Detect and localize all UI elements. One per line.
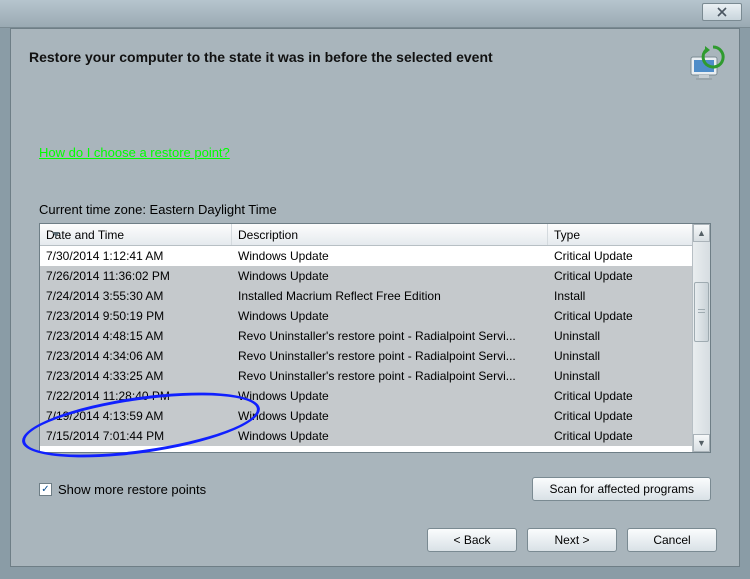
cell-date: 7/26/2014 11:36:02 PM xyxy=(40,269,232,283)
cell-description: Windows Update xyxy=(232,429,548,443)
cell-date: 7/23/2014 4:33:25 AM xyxy=(40,369,232,383)
vertical-scrollbar[interactable]: ▲ ▼ xyxy=(692,224,710,452)
cell-date: 7/22/2014 11:28:40 PM xyxy=(40,389,232,403)
cancel-button[interactable]: Cancel xyxy=(627,528,717,552)
cell-date: 7/23/2014 4:48:15 AM xyxy=(40,329,232,343)
table-rows: 7/30/2014 1:12:41 AMWindows UpdateCritic… xyxy=(40,246,692,446)
table-row[interactable]: 7/26/2014 11:36:02 PMWindows UpdateCriti… xyxy=(40,266,692,286)
below-table-row: ✓ Show more restore points Scan for affe… xyxy=(39,477,711,501)
table-row[interactable]: 7/23/2014 4:48:15 AMRevo Uninstaller's r… xyxy=(40,326,692,346)
cell-type: Critical Update xyxy=(548,249,692,263)
timezone-label: Current time zone: Eastern Daylight Time xyxy=(39,202,711,217)
cell-type: Uninstall xyxy=(548,369,692,383)
cell-type: Critical Update xyxy=(548,409,692,423)
cell-type: Critical Update xyxy=(548,389,692,403)
scroll-down-button[interactable]: ▼ xyxy=(693,434,710,452)
cell-date: 7/19/2014 4:13:59 AM xyxy=(40,409,232,423)
header-band: Restore your computer to the state it wa… xyxy=(11,29,739,105)
cell-description: Windows Update xyxy=(232,389,548,403)
cell-description: Installed Macrium Reflect Free Edition xyxy=(232,289,548,303)
show-more-checkbox[interactable]: ✓ xyxy=(39,483,52,496)
timezone-value: Eastern Daylight Time xyxy=(150,202,277,217)
table-row[interactable]: 7/24/2014 3:55:30 AMInstalled Macrium Re… xyxy=(40,286,692,306)
cell-description: Revo Uninstaller's restore point - Radia… xyxy=(232,369,548,383)
next-button[interactable]: Next > xyxy=(527,528,617,552)
cell-date: 7/30/2014 1:12:41 AM xyxy=(40,249,232,263)
cell-date: 7/24/2014 3:55:30 AM xyxy=(40,289,232,303)
close-button[interactable] xyxy=(702,3,742,21)
cell-type: Install xyxy=(548,289,692,303)
table-row[interactable]: 7/22/2014 11:28:40 PMWindows UpdateCriti… xyxy=(40,386,692,406)
cell-description: Windows Update xyxy=(232,269,548,283)
scroll-thumb[interactable] xyxy=(694,282,709,342)
scroll-track[interactable] xyxy=(693,242,710,434)
cell-date: 7/15/2014 7:01:44 PM xyxy=(40,429,232,443)
cell-description: Revo Uninstaller's restore point - Radia… xyxy=(232,349,548,363)
wizard-footer: < Back Next > Cancel xyxy=(427,528,717,552)
scroll-up-button[interactable]: ▲ xyxy=(693,224,710,242)
table-row[interactable]: 7/23/2014 4:34:06 AMRevo Uninstaller's r… xyxy=(40,346,692,366)
table-row[interactable]: 7/15/2014 7:01:44 PMWindows UpdateCritic… xyxy=(40,426,692,446)
cell-type: Critical Update xyxy=(548,269,692,283)
cell-description: Revo Uninstaller's restore point - Radia… xyxy=(232,329,548,343)
cell-type: Uninstall xyxy=(548,349,692,363)
content-area: How do I choose a restore point? Current… xyxy=(39,145,711,504)
show-more-label: Show more restore points xyxy=(58,482,206,497)
column-header-type[interactable]: Type xyxy=(548,224,692,245)
table-row[interactable]: 7/23/2014 9:50:19 PMWindows UpdateCritic… xyxy=(40,306,692,326)
cell-description: Windows Update xyxy=(232,409,548,423)
cell-type: Critical Update xyxy=(548,429,692,443)
show-more-checkbox-wrap: ✓ Show more restore points xyxy=(39,482,206,497)
table-body: Date and Time Description Type 7/30/2014… xyxy=(40,224,692,452)
table-row[interactable]: 7/19/2014 4:13:59 AMWindows UpdateCritic… xyxy=(40,406,692,426)
table-row[interactable]: 7/30/2014 1:12:41 AMWindows UpdateCritic… xyxy=(40,246,692,266)
wizard-panel: Restore your computer to the state it wa… xyxy=(10,28,740,567)
restore-points-table: Date and Time Description Type 7/30/2014… xyxy=(39,223,711,453)
close-icon xyxy=(717,7,727,17)
table-header: Date and Time Description Type xyxy=(40,224,692,246)
help-link[interactable]: How do I choose a restore point? xyxy=(39,145,230,160)
cell-description: Windows Update xyxy=(232,249,548,263)
column-header-date[interactable]: Date and Time xyxy=(40,224,232,245)
scan-affected-programs-button[interactable]: Scan for affected programs xyxy=(532,477,711,501)
cell-type: Uninstall xyxy=(548,329,692,343)
cell-description: Windows Update xyxy=(232,309,548,323)
timezone-label-text: Current time zone: xyxy=(39,202,150,217)
back-button[interactable]: < Back xyxy=(427,528,517,552)
column-header-description[interactable]: Description xyxy=(232,224,548,245)
title-bar xyxy=(0,0,750,28)
table-row[interactable]: 7/23/2014 4:33:25 AMRevo Uninstaller's r… xyxy=(40,366,692,386)
system-restore-icon xyxy=(687,43,727,83)
cell-date: 7/23/2014 4:34:06 AM xyxy=(40,349,232,363)
page-title: Restore your computer to the state it wa… xyxy=(29,49,721,65)
cell-type: Critical Update xyxy=(548,309,692,323)
cell-date: 7/23/2014 9:50:19 PM xyxy=(40,309,232,323)
